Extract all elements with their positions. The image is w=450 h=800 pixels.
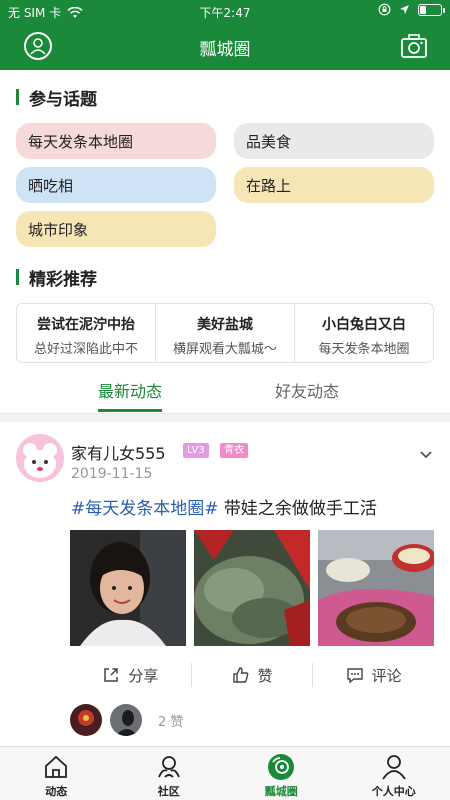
thumbs-up-icon — [232, 667, 248, 683]
post-hashtag[interactable]: #每天发条本地圈# — [71, 499, 219, 519]
recommend-heading-text: 精彩推荐 — [29, 269, 97, 290]
person-icon — [382, 755, 406, 780]
heading-bar — [16, 269, 19, 285]
page-title: 瓢城圈 — [199, 40, 251, 60]
post-date: 2019-11-15 — [71, 466, 153, 482]
topic-city[interactable]: 城市印象 — [16, 211, 216, 247]
avatar[interactable] — [16, 434, 64, 482]
share-label: 分享 — [128, 666, 159, 685]
post-body: 带娃之余做做手工活 — [218, 499, 377, 519]
recommend-title: 小白兔白又白 — [322, 317, 406, 333]
comment-label: 评论 — [371, 666, 402, 685]
like-button[interactable]: 赞 — [192, 663, 314, 687]
recommend-subtitle: 每天发条本地圈 — [318, 342, 410, 357]
chevron-down-icon[interactable] — [418, 447, 434, 463]
post-actions: 分享 赞 评论 — [70, 663, 434, 687]
nav-label: 社区 — [157, 785, 180, 798]
topic-label: 品美食 — [246, 132, 292, 151]
liker-avatar[interactable] — [110, 704, 142, 736]
recommend-list: 尝试在泥泞中抬 总好过深陷此中不 美好盐城 横屏观看大瓢城～ 小白兔白又白 每天… — [16, 303, 434, 363]
post-photo-crafts[interactable] — [318, 530, 434, 646]
tab-underline — [98, 409, 162, 412]
location-icon — [400, 5, 409, 14]
nav-label: 瓢城圈 — [264, 785, 298, 798]
feed-tabs: 最新动态 好友动态 — [0, 368, 450, 414]
recommend-heading: 精彩推荐 — [16, 267, 97, 290]
rotation-lock-icon — [378, 3, 391, 16]
status-right — [378, 3, 445, 16]
nav-label: 动态 — [45, 785, 68, 798]
section-divider — [0, 414, 450, 422]
topic-on-road[interactable]: 在路上 — [234, 167, 434, 203]
level-badge: LV3 — [183, 443, 209, 458]
recommend-subtitle: 总好过深陷此中不 — [33, 342, 138, 357]
circle-icon — [268, 754, 295, 780]
topic-label: 在路上 — [246, 176, 292, 195]
topic-label: 晒吃相 — [28, 176, 74, 195]
nav-item-community[interactable]: 社区 — [113, 747, 226, 800]
nav-item-circle[interactable]: 瓢城圈 — [225, 747, 338, 800]
recommend-item[interactable]: 美好盐城 横屏观看大瓢城～ — [156, 304, 295, 362]
recommend-subtitle: 横屏观看大瓢城～ — [172, 342, 277, 357]
like-label: 赞 — [257, 666, 273, 685]
topics-heading-text: 参与话题 — [29, 89, 97, 110]
recommend-title: 尝试在泥泞中抬 — [37, 317, 135, 333]
topic-eating[interactable]: 晒吃相 — [16, 167, 216, 203]
nav-bar: 瓢城圈 — [0, 24, 450, 70]
likes-count: 2 赞 — [158, 715, 184, 730]
camera-icon[interactable] — [400, 32, 428, 60]
nav-label: 个人中心 — [371, 785, 416, 798]
topic-label: 城市印象 — [28, 220, 89, 239]
recommend-item[interactable]: 小白兔白又白 每天发条本地圈 — [295, 304, 433, 362]
comment-button[interactable]: 评论 — [313, 663, 434, 687]
community-icon — [157, 756, 180, 778]
topics-heading: 参与话题 — [16, 87, 97, 110]
recommend-item[interactable]: 尝试在泥泞中抬 总好过深陷此中不 — [17, 304, 156, 362]
post-username[interactable]: 家有儿女555 — [71, 440, 166, 464]
share-button[interactable]: 分享 — [70, 663, 192, 687]
liker-avatar[interactable] — [70, 704, 102, 736]
post-photo-beads[interactable] — [194, 530, 310, 646]
post-photo-child[interactable] — [70, 530, 186, 646]
share-icon — [104, 668, 119, 682]
battery-icon — [418, 3, 445, 16]
tab-friends[interactable]: 好友动态 — [275, 378, 339, 402]
status-bar: 无 SIM 卡 下午2:47 — [0, 0, 450, 24]
nav-item-profile[interactable]: 个人中心 — [338, 747, 450, 800]
tab-latest[interactable]: 最新动态 — [98, 378, 162, 402]
title-badge: 青衣 — [220, 443, 248, 458]
post-text: #每天发条本地圈# 带娃之余做做手工活 — [71, 494, 377, 519]
topic-every-day[interactable]: 每天发条本地圈 — [16, 123, 216, 159]
topic-label: 每天发条本地圈 — [28, 132, 134, 151]
home-icon — [45, 755, 68, 778]
recommend-title: 美好盐城 — [197, 317, 253, 333]
topic-food[interactable]: 品美食 — [234, 123, 434, 159]
main-content: 参与话题 每天发条本地圈 品美食 晒吃相 在路上 城市印象 精彩推荐 尝试在泥泞… — [0, 70, 450, 746]
comment-icon — [346, 668, 363, 684]
bottom-nav: 动态 社区 瓢城圈 个人中心 — [0, 746, 450, 800]
nav-item-feed[interactable]: 动态 — [0, 747, 113, 800]
heading-bar — [16, 89, 19, 105]
